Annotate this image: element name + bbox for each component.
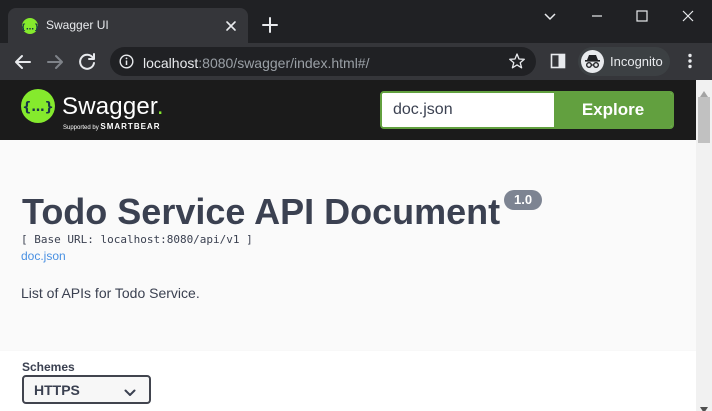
browser-tab[interactable]: {…} Swagger UI	[8, 8, 248, 43]
maximize-icon[interactable]	[632, 6, 652, 26]
scroll-up-arrow-icon[interactable]	[700, 84, 708, 97]
browser-window: {…} Swagger UI	[0, 0, 712, 411]
scrollbar-thumb[interactable]	[698, 97, 710, 143]
api-title: Todo Service API Document	[22, 191, 501, 232]
swagger-logo-tagline: Supported by SMARTBEAR	[63, 122, 160, 131]
page-viewport: {…} Swagger. Supported by SMARTBEAR Expl…	[0, 80, 712, 411]
svg-text:{…}: {…}	[22, 23, 38, 32]
tab-strip: {…} Swagger UI	[0, 0, 712, 43]
minimize-icon[interactable]	[587, 6, 607, 26]
smartbear-text: SMARTBEAR	[100, 122, 161, 131]
star-icon[interactable]	[508, 52, 526, 70]
reload-icon[interactable]	[76, 51, 98, 73]
scroll-down-arrow-icon[interactable]	[700, 400, 708, 411]
swagger-favicon-icon: {…}	[22, 18, 38, 34]
close-icon[interactable]	[678, 6, 698, 26]
swagger-topbar: {…} Swagger. Supported by SMARTBEAR Expl…	[0, 80, 696, 140]
menu-icon[interactable]	[683, 52, 697, 70]
browser-toolbar: localhost:8080/swagger/index.html#/ Inco…	[0, 43, 712, 80]
schemes-select[interactable]: HTTPS	[22, 375, 151, 404]
spec-url-input[interactable]	[382, 93, 554, 127]
schemes-label: Schemes	[22, 360, 75, 374]
version-badge: 1.0	[504, 190, 543, 210]
tab-title: Swagger UI	[46, 18, 109, 32]
incognito-label: Incognito	[610, 54, 663, 69]
chevron-down-icon[interactable]	[540, 6, 560, 26]
schemes-section: Schemes HTTPS	[0, 351, 696, 411]
vertical-scrollbar[interactable]	[696, 80, 712, 411]
url-path: :8080/swagger/index.html#/	[198, 55, 370, 71]
explore-button[interactable]: Explore	[554, 93, 672, 127]
url-text: localhost:8080/swagger/index.html#/	[143, 55, 369, 71]
spec-url-form: Explore	[380, 91, 674, 129]
side-panel-icon[interactable]	[550, 53, 566, 69]
plus-icon[interactable]	[260, 15, 280, 35]
incognito-badge[interactable]: Incognito	[578, 47, 670, 76]
address-bar[interactable]: localhost:8080/swagger/index.html#/	[110, 47, 536, 76]
doc-json-link[interactable]: doc.json	[21, 249, 66, 263]
swagger-logo-text: Swagger.	[62, 93, 164, 120]
swagger-logo-word: Swagger	[62, 93, 157, 120]
api-description: List of APIs for Todo Service.	[21, 285, 200, 301]
schemes-selected-value: HTTPS	[34, 382, 80, 398]
back-icon[interactable]	[12, 51, 34, 73]
incognito-icon	[581, 50, 604, 73]
chevron-down-icon	[124, 385, 136, 396]
url-host: localhost	[143, 55, 199, 71]
info-icon[interactable]	[119, 54, 134, 69]
supported-by-text: Supported by	[63, 125, 99, 131]
svg-text:{…}: {…}	[22, 100, 54, 115]
swagger-logo-icon: {…}	[21, 89, 55, 123]
forward-icon[interactable]	[44, 51, 66, 73]
close-icon[interactable]	[222, 17, 240, 35]
base-url: [ Base URL: localhost:8080/api/v1 ]	[21, 233, 253, 246]
